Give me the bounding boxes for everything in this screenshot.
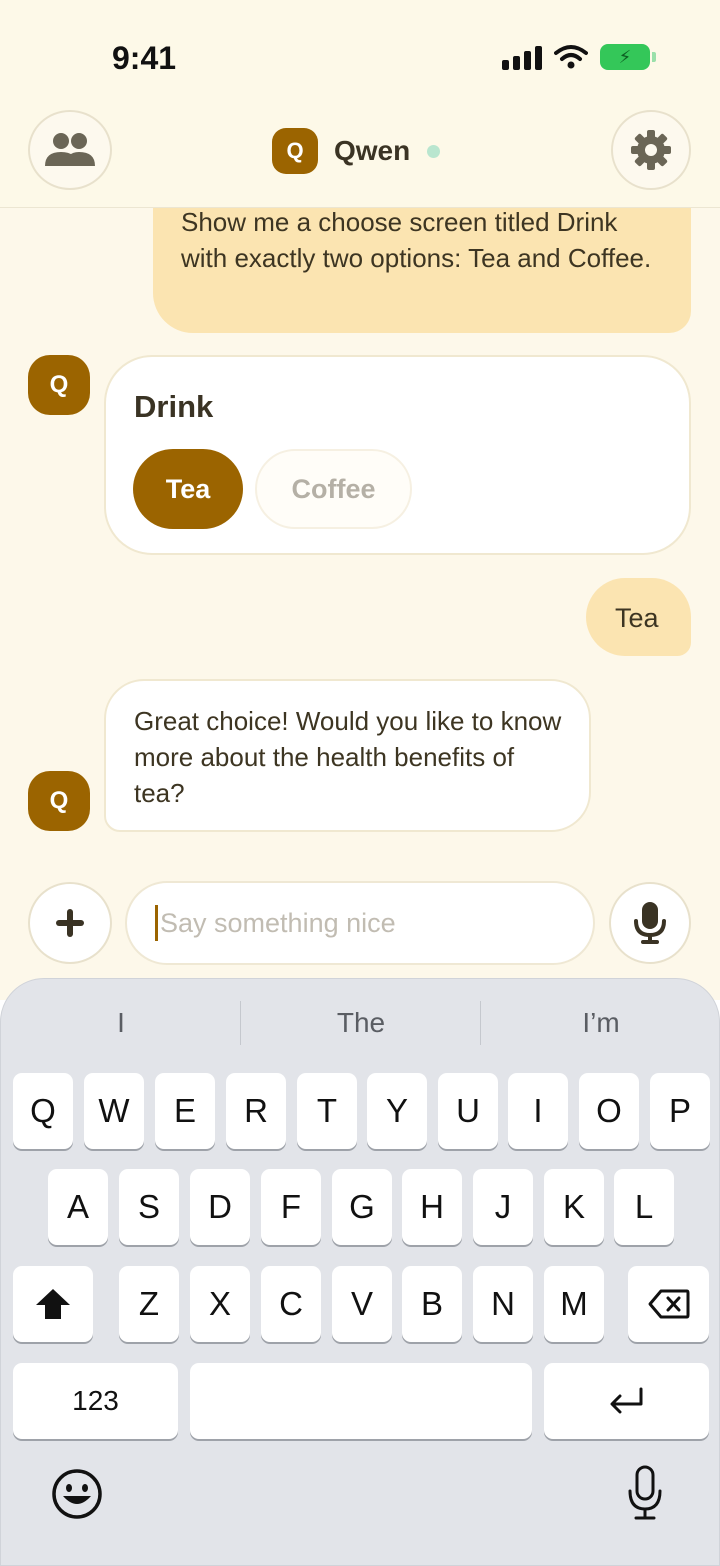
option-coffee[interactable]: Coffee	[255, 449, 412, 529]
agent-avatar: Q	[272, 128, 318, 174]
key-x[interactable]: X	[190, 1266, 250, 1342]
suggestion-1[interactable]: I	[1, 1007, 241, 1039]
voice-input-button[interactable]	[609, 882, 691, 964]
agent-name: Qwen	[334, 135, 411, 166]
shift-icon	[36, 1289, 70, 1319]
composer: Say something nice	[0, 868, 720, 978]
emoji-button[interactable]	[51, 1468, 103, 1525]
suggestion-2[interactable]: The	[241, 1007, 481, 1039]
option-tea[interactable]: Tea	[133, 449, 243, 529]
key-t[interactable]: T	[297, 1073, 357, 1149]
mic-icon	[634, 902, 666, 944]
key-d[interactable]: D	[190, 1169, 250, 1245]
key-p[interactable]: P	[650, 1073, 710, 1149]
key-m[interactable]: M	[544, 1266, 604, 1342]
message-input-placeholder: Say something nice	[160, 907, 396, 938]
bot-avatar: Q	[28, 355, 90, 415]
key-u[interactable]: U	[438, 1073, 498, 1149]
key-r[interactable]: R	[226, 1073, 286, 1149]
contacts-button[interactable]	[28, 110, 112, 190]
message-input[interactable]: Say something nice	[125, 881, 595, 965]
key-l[interactable]: L	[614, 1169, 674, 1245]
numbers-key[interactable]: 123	[13, 1363, 178, 1439]
key-o[interactable]: O	[579, 1073, 639, 1149]
emoji-icon	[52, 1469, 102, 1519]
status-time: 9:41	[112, 40, 177, 76]
user-message: Tea	[586, 578, 691, 656]
key-f[interactable]: F	[261, 1169, 321, 1245]
space-key[interactable]	[190, 1363, 532, 1439]
key-g[interactable]: G	[332, 1169, 392, 1245]
bot-message: Great choice! Would you like to know mor…	[104, 679, 591, 832]
key-q[interactable]: Q	[13, 1073, 73, 1149]
dictation-icon	[628, 1465, 662, 1520]
status-icons: ⚡	[502, 44, 656, 70]
shift-key[interactable]	[13, 1266, 93, 1342]
plus-icon	[56, 909, 84, 937]
return-key[interactable]	[544, 1363, 709, 1439]
battery-icon: ⚡	[600, 44, 656, 70]
online-status-dot	[427, 144, 441, 158]
return-icon	[610, 1387, 642, 1414]
key-v[interactable]: V	[332, 1266, 392, 1342]
wifi-icon	[554, 45, 588, 69]
backspace-key[interactable]	[628, 1266, 709, 1342]
chat-app: 9:41 ⚡ Q Qwen Show me a choose screen ti…	[0, 0, 720, 1000]
key-i[interactable]: I	[508, 1073, 568, 1149]
backspace-icon	[648, 1289, 689, 1319]
user-message: Show me a choose screen titled Drink wit…	[153, 208, 691, 333]
dictation-button[interactable]	[627, 1465, 663, 1526]
key-e[interactable]: E	[155, 1073, 215, 1149]
key-h[interactable]: H	[402, 1169, 462, 1245]
key-n[interactable]: N	[473, 1266, 533, 1342]
chat-messages: Show me a choose screen titled Drink wit…	[0, 208, 720, 868]
settings-button[interactable]	[611, 110, 691, 190]
text-caret	[155, 905, 158, 941]
key-w[interactable]: W	[84, 1073, 144, 1149]
key-z[interactable]: Z	[119, 1266, 179, 1342]
chat-header: Q Qwen	[0, 110, 720, 208]
signal-icon	[502, 44, 542, 70]
suggestion-3[interactable]: I’m	[481, 1007, 719, 1039]
key-b[interactable]: B	[402, 1266, 462, 1342]
choose-title: Drink	[134, 389, 214, 424]
gear-icon	[631, 130, 671, 170]
software-keyboard: I The I’m Q W E R T Y U I O P A S D F G …	[0, 978, 720, 1566]
key-a[interactable]: A	[48, 1169, 108, 1245]
chat-title: Q Qwen	[272, 128, 441, 174]
people-icon	[45, 133, 95, 166]
attach-button[interactable]	[28, 882, 112, 964]
bot-avatar: Q	[28, 771, 90, 831]
key-s[interactable]: S	[119, 1169, 179, 1245]
key-c[interactable]: C	[261, 1266, 321, 1342]
status-bar: 9:41 ⚡	[0, 0, 720, 110]
key-y[interactable]: Y	[367, 1073, 427, 1149]
key-j[interactable]: J	[473, 1169, 533, 1245]
choose-card: Drink Tea Coffee	[104, 355, 691, 555]
key-k[interactable]: K	[544, 1169, 604, 1245]
